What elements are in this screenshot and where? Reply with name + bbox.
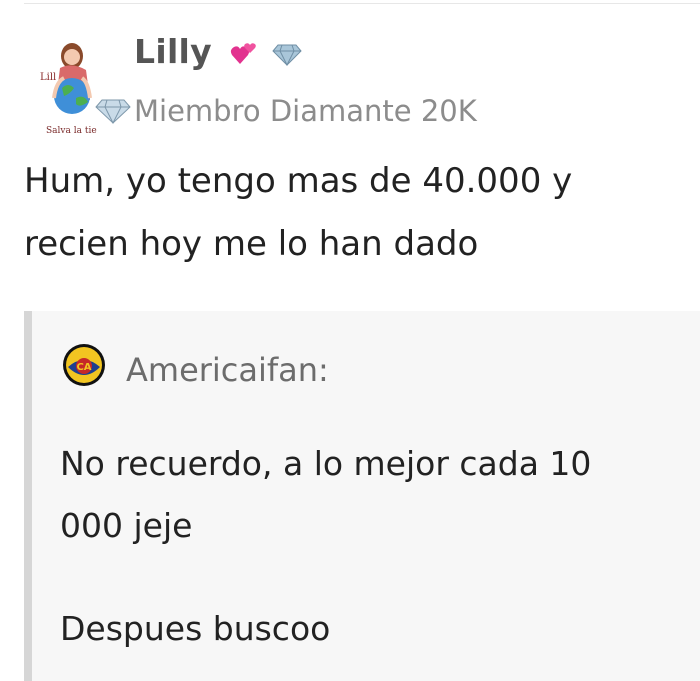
quote-text: No recuerdo, a lo mejor cada 10 000 jeje [60, 433, 700, 557]
quoted-reply[interactable]: CA Americaifan: No recuerdo, a lo mejor … [24, 311, 700, 681]
quote-author[interactable]: Americaifan: [126, 351, 329, 389]
post-header: Lill Salva la tie Lilly Miembro Diamante… [24, 20, 674, 138]
club-america-crest-icon[interactable]: CA [62, 343, 106, 387]
author-name[interactable]: Lilly [134, 32, 212, 71]
diamond-icon [272, 44, 302, 66]
diamond-icon [95, 99, 131, 124]
top-divider [24, 3, 700, 4]
quote-line: No recuerdo, a lo mejor cada 10 [60, 444, 592, 483]
badge-label: Miembro Diamante 20K [134, 94, 477, 128]
post-body-line: Hum, yo tengo mas de 40.000 y [24, 161, 573, 201]
quote-line: 000 jeje [60, 506, 193, 545]
member-badge[interactable]: Miembro Diamante 20K [94, 94, 477, 128]
avatar-caption-bottom: Salva la tie [46, 126, 97, 136]
hearts-icon [230, 43, 256, 64]
post-body-line: recien hoy me lo han dado [24, 224, 479, 264]
post-page: Lill Salva la tie Lilly Miembro Diamante… [0, 0, 700, 681]
quote-line: Despues buscoo [60, 609, 331, 648]
quote-text-secondary: Despues buscoo [60, 598, 700, 660]
svg-text:CA: CA [76, 362, 91, 373]
post-body: Hum, yo tengo mas de 40.000 y recien hoy… [24, 150, 674, 276]
name-icons [230, 42, 302, 66]
